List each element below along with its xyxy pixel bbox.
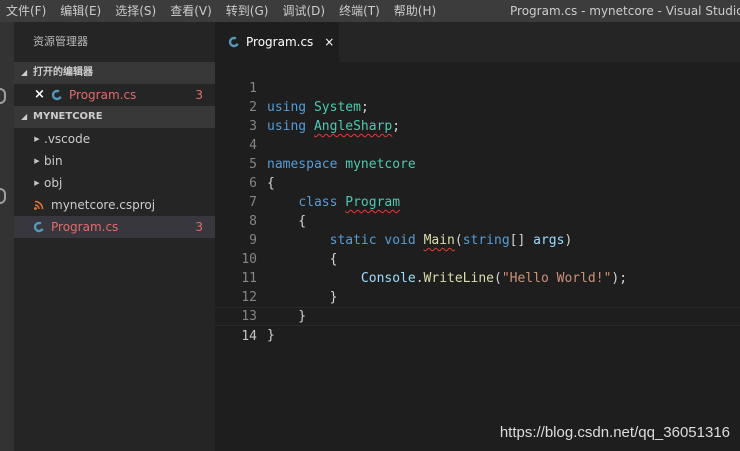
code-editor[interactable]: 1 using System; 2 using AngleSharp; 3 4 … bbox=[215, 62, 740, 451]
tree-item-vscode[interactable]: ▶ .vscode bbox=[14, 128, 215, 150]
open-editors-header[interactable]: ◢ 打开的编辑器 bbox=[14, 62, 215, 84]
chevron-right-icon: ▶ bbox=[34, 135, 40, 143]
open-editor-item[interactable]: × Program.cs 3 bbox=[14, 84, 215, 106]
open-editors-label: 打开的编辑器 bbox=[33, 67, 93, 78]
tree-item-label: obj bbox=[44, 176, 63, 190]
activity-icon[interactable] bbox=[0, 188, 6, 204]
tree-item-obj[interactable]: ▶ obj bbox=[14, 172, 215, 194]
project-folder-label: MYNETCORE bbox=[33, 111, 103, 122]
current-code-line: 14 bbox=[215, 307, 740, 344]
tree-item-label: bin bbox=[44, 154, 63, 168]
chevron-right-icon: ▶ bbox=[34, 179, 40, 187]
code-line: 8 static void Main(string[] args) bbox=[215, 193, 740, 248]
menu-go[interactable]: 转到(G) bbox=[219, 0, 276, 22]
tree-item-csproj[interactable]: mynetcore.csproj bbox=[14, 194, 215, 216]
csharp-file-icon bbox=[50, 89, 63, 102]
tree-item-label: Program.cs bbox=[51, 220, 119, 234]
menu-view[interactable]: 查看(V) bbox=[163, 0, 219, 22]
problems-badge: 3 bbox=[195, 220, 203, 234]
tree-item-label: mynetcore.csproj bbox=[51, 198, 156, 212]
tab-close-icon[interactable]: × bbox=[324, 35, 334, 49]
activity-icon[interactable] bbox=[0, 88, 6, 104]
code-line: 9 { bbox=[215, 212, 740, 267]
code-line: 3 bbox=[215, 98, 740, 134]
explorer-title: 资源管理器 bbox=[33, 35, 88, 48]
code-text: } bbox=[267, 328, 275, 343]
chevron-down-icon: ◢ bbox=[21, 68, 28, 77]
explorer-sidebar: 资源管理器 ◢ 打开的编辑器 × Program.cs 3 ◢ MYNETCOR… bbox=[14, 22, 215, 451]
code-line: 4 namespace mynetcore bbox=[215, 117, 740, 172]
tree-item-program-cs[interactable]: Program.cs 3 bbox=[14, 216, 215, 238]
watermark: https://blog.csdn.net/qq_36051316 bbox=[499, 424, 730, 441]
open-editor-filename: Program.cs bbox=[69, 88, 137, 102]
code-line: 5 { bbox=[215, 136, 740, 191]
csharp-file-icon bbox=[32, 221, 45, 234]
window-title: Program.cs - mynetcore - Visual Studio C… bbox=[510, 4, 740, 18]
tree-item-label: .vscode bbox=[44, 132, 91, 146]
tab-program-cs[interactable]: Program.cs × bbox=[215, 22, 339, 62]
menu-edit[interactable]: 编辑(E) bbox=[53, 0, 108, 22]
project-folder-header[interactable]: ◢ MYNETCORE bbox=[14, 106, 215, 128]
menu-file[interactable]: 文件(F) bbox=[0, 0, 53, 22]
editor-tab-bar: Program.cs × bbox=[215, 22, 740, 62]
menu-bar: 文件(F) 编辑(E) 选择(S) 查看(V) 转到(G) 调试(D) 终端(T… bbox=[0, 0, 740, 22]
problems-badge: 3 bbox=[195, 88, 203, 102]
code-line: 12 } bbox=[215, 269, 740, 324]
rss-icon bbox=[32, 199, 45, 212]
code-line: 13 } bbox=[215, 288, 740, 343]
code-line: 2 using AngleSharp; bbox=[215, 79, 740, 134]
menu-help[interactable]: 帮助(H) bbox=[387, 0, 443, 22]
close-icon[interactable]: × bbox=[34, 84, 50, 106]
tab-label: Program.cs bbox=[246, 35, 314, 49]
code-line: 10 Console.WriteLine("Hello World!"); bbox=[215, 231, 740, 286]
code-line: 6 class Program bbox=[215, 155, 740, 210]
line-number: 14 bbox=[241, 329, 257, 344]
code-line: 1 using System; bbox=[215, 60, 740, 115]
menu-debug[interactable]: 调试(D) bbox=[275, 0, 332, 22]
chevron-right-icon: ▶ bbox=[34, 157, 40, 165]
tree-item-bin[interactable]: ▶ bin bbox=[14, 150, 215, 172]
csharp-file-icon bbox=[227, 36, 240, 49]
menu-terminal[interactable]: 终端(T) bbox=[332, 0, 387, 22]
chevron-down-icon: ◢ bbox=[21, 112, 28, 121]
code-line: 11 } bbox=[215, 250, 740, 305]
activity-bar bbox=[0, 22, 14, 451]
code-line: 7 { bbox=[215, 174, 740, 229]
menu-selection[interactable]: 选择(S) bbox=[108, 0, 163, 22]
